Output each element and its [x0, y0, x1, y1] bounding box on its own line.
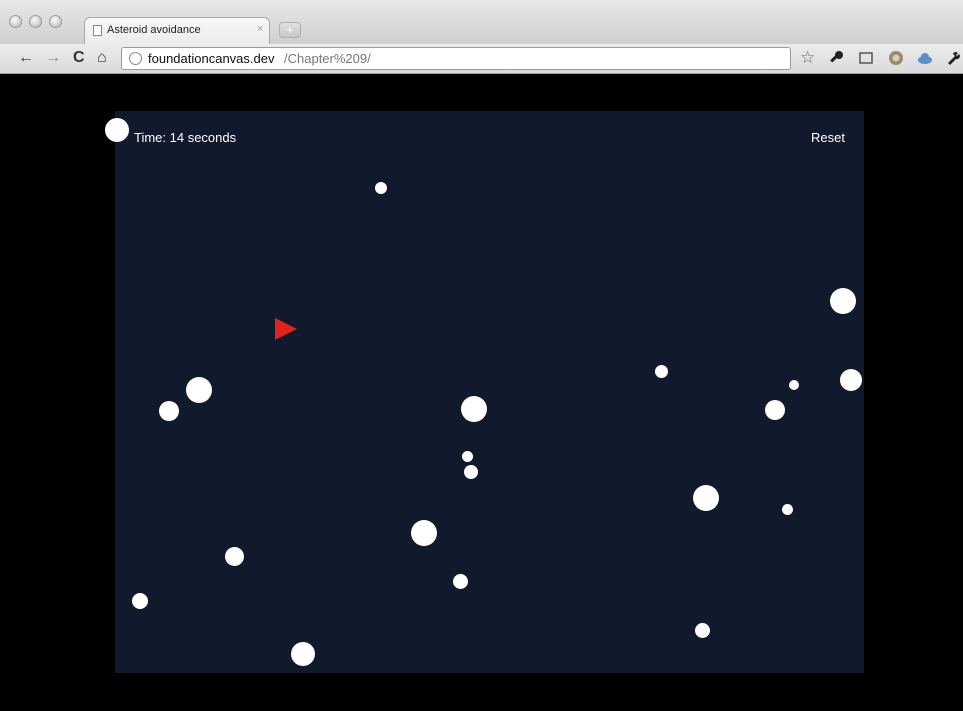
browser-window: Asteroid avoidance × + ← → C ⌂ foundatio…	[0, 0, 963, 711]
asteroid	[693, 485, 719, 511]
asteroid	[462, 451, 473, 462]
asteroid	[830, 288, 856, 314]
game-canvas[interactable]	[115, 111, 864, 673]
globe-icon	[129, 52, 142, 65]
wrench-icon[interactable]	[945, 50, 961, 66]
asteroid	[225, 547, 244, 566]
screen-icon[interactable]	[858, 50, 874, 66]
forward-icon[interactable]: →	[45, 48, 61, 68]
asteroid	[789, 380, 799, 390]
minimize-window-button[interactable]	[29, 15, 42, 28]
cloud-icon[interactable]	[917, 50, 933, 66]
asteroid	[782, 504, 793, 515]
extension-icon[interactable]	[888, 50, 904, 66]
key-icon[interactable]	[828, 50, 844, 66]
browser-titlebar: Asteroid avoidance × +	[0, 0, 963, 44]
reload-icon[interactable]: C	[73, 48, 85, 68]
asteroid	[291, 642, 315, 666]
zoom-window-button[interactable]	[49, 15, 62, 28]
asteroid	[695, 623, 710, 638]
asteroid	[132, 593, 148, 609]
asteroid	[655, 365, 668, 378]
tab-asteroid-avoidance[interactable]: Asteroid avoidance ×	[84, 17, 270, 44]
home-icon[interactable]: ⌂	[97, 48, 107, 68]
new-tab-button[interactable]: +	[279, 22, 301, 38]
address-path: /Chapter%209/	[284, 51, 371, 66]
tab-close-icon[interactable]: ×	[257, 23, 263, 35]
asteroid	[453, 574, 468, 589]
browser-toolbar: ← → C ⌂ foundationcanvas.dev /Chapter%20…	[0, 44, 963, 74]
page-icon	[93, 25, 102, 36]
asteroid	[765, 400, 785, 420]
time-counter: Time: 14 seconds	[134, 130, 237, 145]
address-host: foundationcanvas.dev	[148, 51, 275, 66]
asteroid	[186, 377, 212, 403]
asteroid	[411, 520, 437, 546]
reset-button[interactable]: Reset	[811, 130, 845, 145]
address-bar[interactable]: foundationcanvas.dev /Chapter%209/	[121, 47, 791, 70]
asteroid	[464, 465, 478, 479]
close-window-button[interactable]	[9, 15, 22, 28]
asteroid	[375, 182, 387, 194]
player-ship	[275, 318, 297, 340]
asteroid	[840, 369, 862, 391]
asteroid	[461, 396, 487, 422]
back-icon[interactable]: ←	[18, 48, 34, 68]
asteroid	[159, 401, 179, 421]
tab-title: Asteroid avoidance	[107, 24, 201, 36]
bookmark-star-icon[interactable]: ☆	[800, 48, 815, 68]
asteroid	[105, 118, 129, 142]
